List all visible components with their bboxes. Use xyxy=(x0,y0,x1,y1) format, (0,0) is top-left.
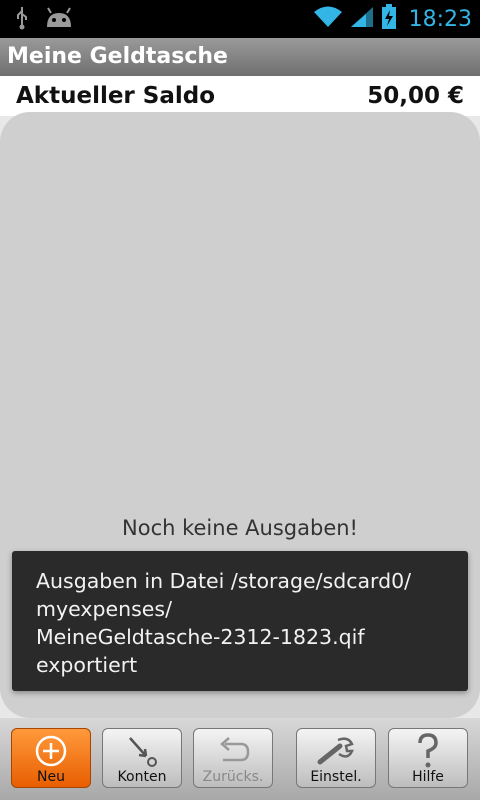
android-icon xyxy=(44,7,74,33)
undo-button[interactable]: Zurücks. xyxy=(193,728,273,788)
signal-icon xyxy=(349,5,375,33)
new-button-label: Neu xyxy=(37,769,65,785)
undo-button-label: Zurücks. xyxy=(202,769,264,785)
battery-icon xyxy=(381,4,397,34)
balance-row: Aktueller Saldo 50,00 € xyxy=(0,76,480,116)
plus-circle-icon xyxy=(12,733,90,769)
help-button[interactable]: Hilfe xyxy=(388,728,468,788)
title-bar: Meine Geldtasche xyxy=(0,38,480,76)
toast-message: Ausgaben in Datei /storage/sdcard0/ myex… xyxy=(36,569,412,677)
toast-notification: Ausgaben in Datei /storage/sdcard0/ myex… xyxy=(12,551,468,691)
balance-label: Aktueller Saldo xyxy=(16,83,216,109)
settings-button[interactable]: Einstel. xyxy=(296,728,376,788)
bottom-toolbar: Neu Konten Zurücks. Einstel. Hilfe xyxy=(0,718,480,800)
wrench-icon xyxy=(297,733,375,769)
accounts-button[interactable]: Konten xyxy=(102,728,182,788)
app-title: Meine Geldtasche xyxy=(7,44,228,69)
status-bar: 18:23 xyxy=(0,0,480,38)
settings-button-label: Einstel. xyxy=(310,769,362,785)
empty-message: Noch keine Ausgaben! xyxy=(122,516,358,540)
wifi-icon xyxy=(313,5,343,33)
new-button[interactable]: Neu xyxy=(11,728,91,788)
usb-icon xyxy=(14,6,30,34)
accounts-arrow-icon xyxy=(103,733,181,769)
undo-icon xyxy=(194,733,272,769)
question-icon xyxy=(389,733,467,769)
balance-value: 50,00 € xyxy=(367,83,464,109)
help-button-label: Hilfe xyxy=(412,769,444,785)
accounts-button-label: Konten xyxy=(117,769,167,785)
clock: 18:23 xyxy=(408,6,472,32)
